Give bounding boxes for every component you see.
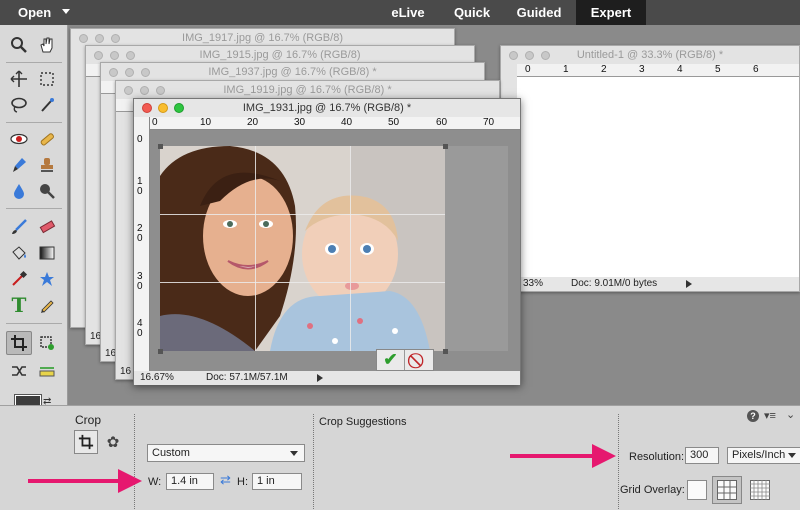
crop-shield [445, 146, 508, 351]
type-tool-icon[interactable]: T [6, 293, 32, 317]
grid-fine-button[interactable] [750, 480, 770, 500]
chevron-down-icon [290, 451, 298, 456]
chevron-down-icon [788, 453, 796, 458]
crop-handle[interactable] [158, 144, 163, 149]
crop-mode-button[interactable] [74, 430, 98, 454]
paint-bucket-icon[interactable] [6, 241, 32, 265]
document-title: IMG_1937.jpg @ 16.7% (RGB/8) * [208, 66, 377, 78]
collapse-panel-icon[interactable]: ⌄ [786, 408, 795, 421]
crop-preset-select[interactable]: Custom [147, 444, 305, 462]
magic-wand-icon[interactable] [34, 93, 60, 117]
brush-tool-icon[interactable] [6, 215, 32, 239]
smart-brush-icon[interactable] [6, 153, 32, 177]
document-title: Untitled-1 @ 33.3% (RGB/8) * [576, 49, 724, 61]
cookie-cutter-icon[interactable]: ✿ [103, 432, 123, 452]
crop-icon [78, 434, 94, 450]
crop-commit-bar: ✔ ⃠ [376, 349, 434, 371]
document-window-active[interactable]: IMG_1931.jpg @ 16.7% (RGB/8) * 0 10 20 3… [133, 98, 521, 385]
gradient-tool-icon[interactable] [34, 241, 60, 265]
horizontal-ruler: 0 1 2 3 4 5 6 [517, 64, 799, 77]
grid-overlay-label: Grid Overlay: [620, 484, 685, 496]
canvas[interactable] [517, 77, 799, 277]
cancel-prohibit-icon[interactable]: ⃠ [405, 350, 433, 370]
clone-stamp-icon[interactable] [34, 153, 60, 177]
chevron-down-icon[interactable] [62, 9, 70, 14]
tab-expert[interactable]: Expert [576, 0, 646, 25]
sponge-tool-icon[interactable] [34, 179, 60, 203]
annotation-arrow [28, 479, 123, 483]
tool-options-panel: Crop ✿ Custom W: 1.4 in ⇄ H: 1 in Crop S… [0, 405, 800, 510]
tools-panel: T [0, 25, 68, 405]
pencil-tool-icon[interactable] [34, 293, 60, 317]
photo-canvas[interactable] [160, 146, 445, 351]
swap-dimensions-icon[interactable]: ⇄ [220, 472, 231, 488]
straighten-tool-icon[interactable] [34, 359, 60, 383]
tab-quick[interactable]: Quick [442, 0, 502, 25]
document-title: IMG_1931.jpg @ 16.7% (RGB/8) * [242, 102, 412, 114]
resolution-input[interactable]: 300 [685, 447, 719, 464]
red-eye-tool-icon[interactable] [6, 127, 32, 151]
vertical-ruler: 0 1 0 2 0 3 0 4 0 [134, 117, 150, 372]
crop-tool-icon[interactable] [6, 331, 32, 355]
grid-thirds-icon [717, 480, 737, 500]
width-label: W: [148, 476, 162, 488]
help-icon[interactable]: ? [747, 410, 759, 422]
panel-menu-icon[interactable]: ▾≡ [764, 409, 776, 422]
zoom-level[interactable]: 16.67% [140, 371, 174, 385]
eyedropper-icon[interactable] [6, 267, 32, 291]
blur-tool-icon[interactable] [6, 179, 32, 203]
status-bar: 33% Doc: 9.01M/0 bytes [501, 277, 799, 291]
eraser-tool-icon[interactable] [34, 215, 60, 239]
annotation-arrow [510, 454, 595, 458]
marquee-tool-icon[interactable] [34, 67, 60, 91]
move-tool-icon[interactable] [6, 67, 32, 91]
commit-checkmark-icon[interactable]: ✔ [377, 350, 405, 370]
grid-thirds-button-active[interactable] [712, 476, 742, 504]
grid-fine-icon [750, 480, 770, 500]
tab-elive[interactable]: eLive [374, 0, 442, 25]
portrait-photo [160, 146, 445, 351]
zoom-window-button[interactable] [174, 103, 184, 113]
hand-tool-icon[interactable] [34, 33, 60, 57]
tool-name: Crop [75, 413, 102, 427]
content-aware-move-icon[interactable] [6, 359, 32, 383]
grid-none-button[interactable] [687, 480, 707, 500]
width-input[interactable]: 1.4 in [166, 473, 214, 490]
height-label: H: [237, 476, 248, 488]
document-window-untitled[interactable]: Untitled-1 @ 33.3% (RGB/8) * 0 1 2 3 4 5… [500, 45, 800, 292]
minimize-window-button[interactable] [158, 103, 168, 113]
crop-suggestions-label: Crop Suggestions [319, 416, 407, 428]
crop-handle[interactable] [443, 349, 448, 354]
crop-handle[interactable] [443, 144, 448, 149]
zoom-tool-icon[interactable] [6, 33, 32, 57]
doc-size: Doc: 57.1M/57.1M [206, 372, 288, 383]
close-window-button[interactable] [142, 103, 152, 113]
document-title-bar: IMG_1931.jpg @ 16.7% (RGB/8) * [134, 99, 520, 117]
annotation-arrowhead [118, 469, 142, 493]
tab-guided[interactable]: Guided [502, 0, 576, 25]
height-input[interactable]: 1 in [252, 473, 302, 490]
document-title: IMG_1919.jpg @ 16.7% (RGB/8) * [223, 84, 392, 96]
status-menu-arrow-icon[interactable] [317, 374, 323, 382]
spot-healing-icon[interactable] [34, 127, 60, 151]
recompose-tool-icon[interactable] [34, 331, 60, 355]
lasso-tool-icon[interactable] [6, 93, 32, 117]
annotation-arrowhead [592, 444, 616, 468]
custom-shape-icon[interactable] [34, 267, 60, 291]
horizontal-ruler: 0 10 20 30 40 50 60 70 [150, 117, 520, 130]
crop-handle[interactable] [158, 349, 163, 354]
resolution-label: Resolution: [629, 451, 685, 463]
resolution-unit-select[interactable]: Pixels/Inch [727, 447, 800, 464]
status-bar: 16.67% Doc: 57.1M/57.1M [134, 371, 520, 385]
